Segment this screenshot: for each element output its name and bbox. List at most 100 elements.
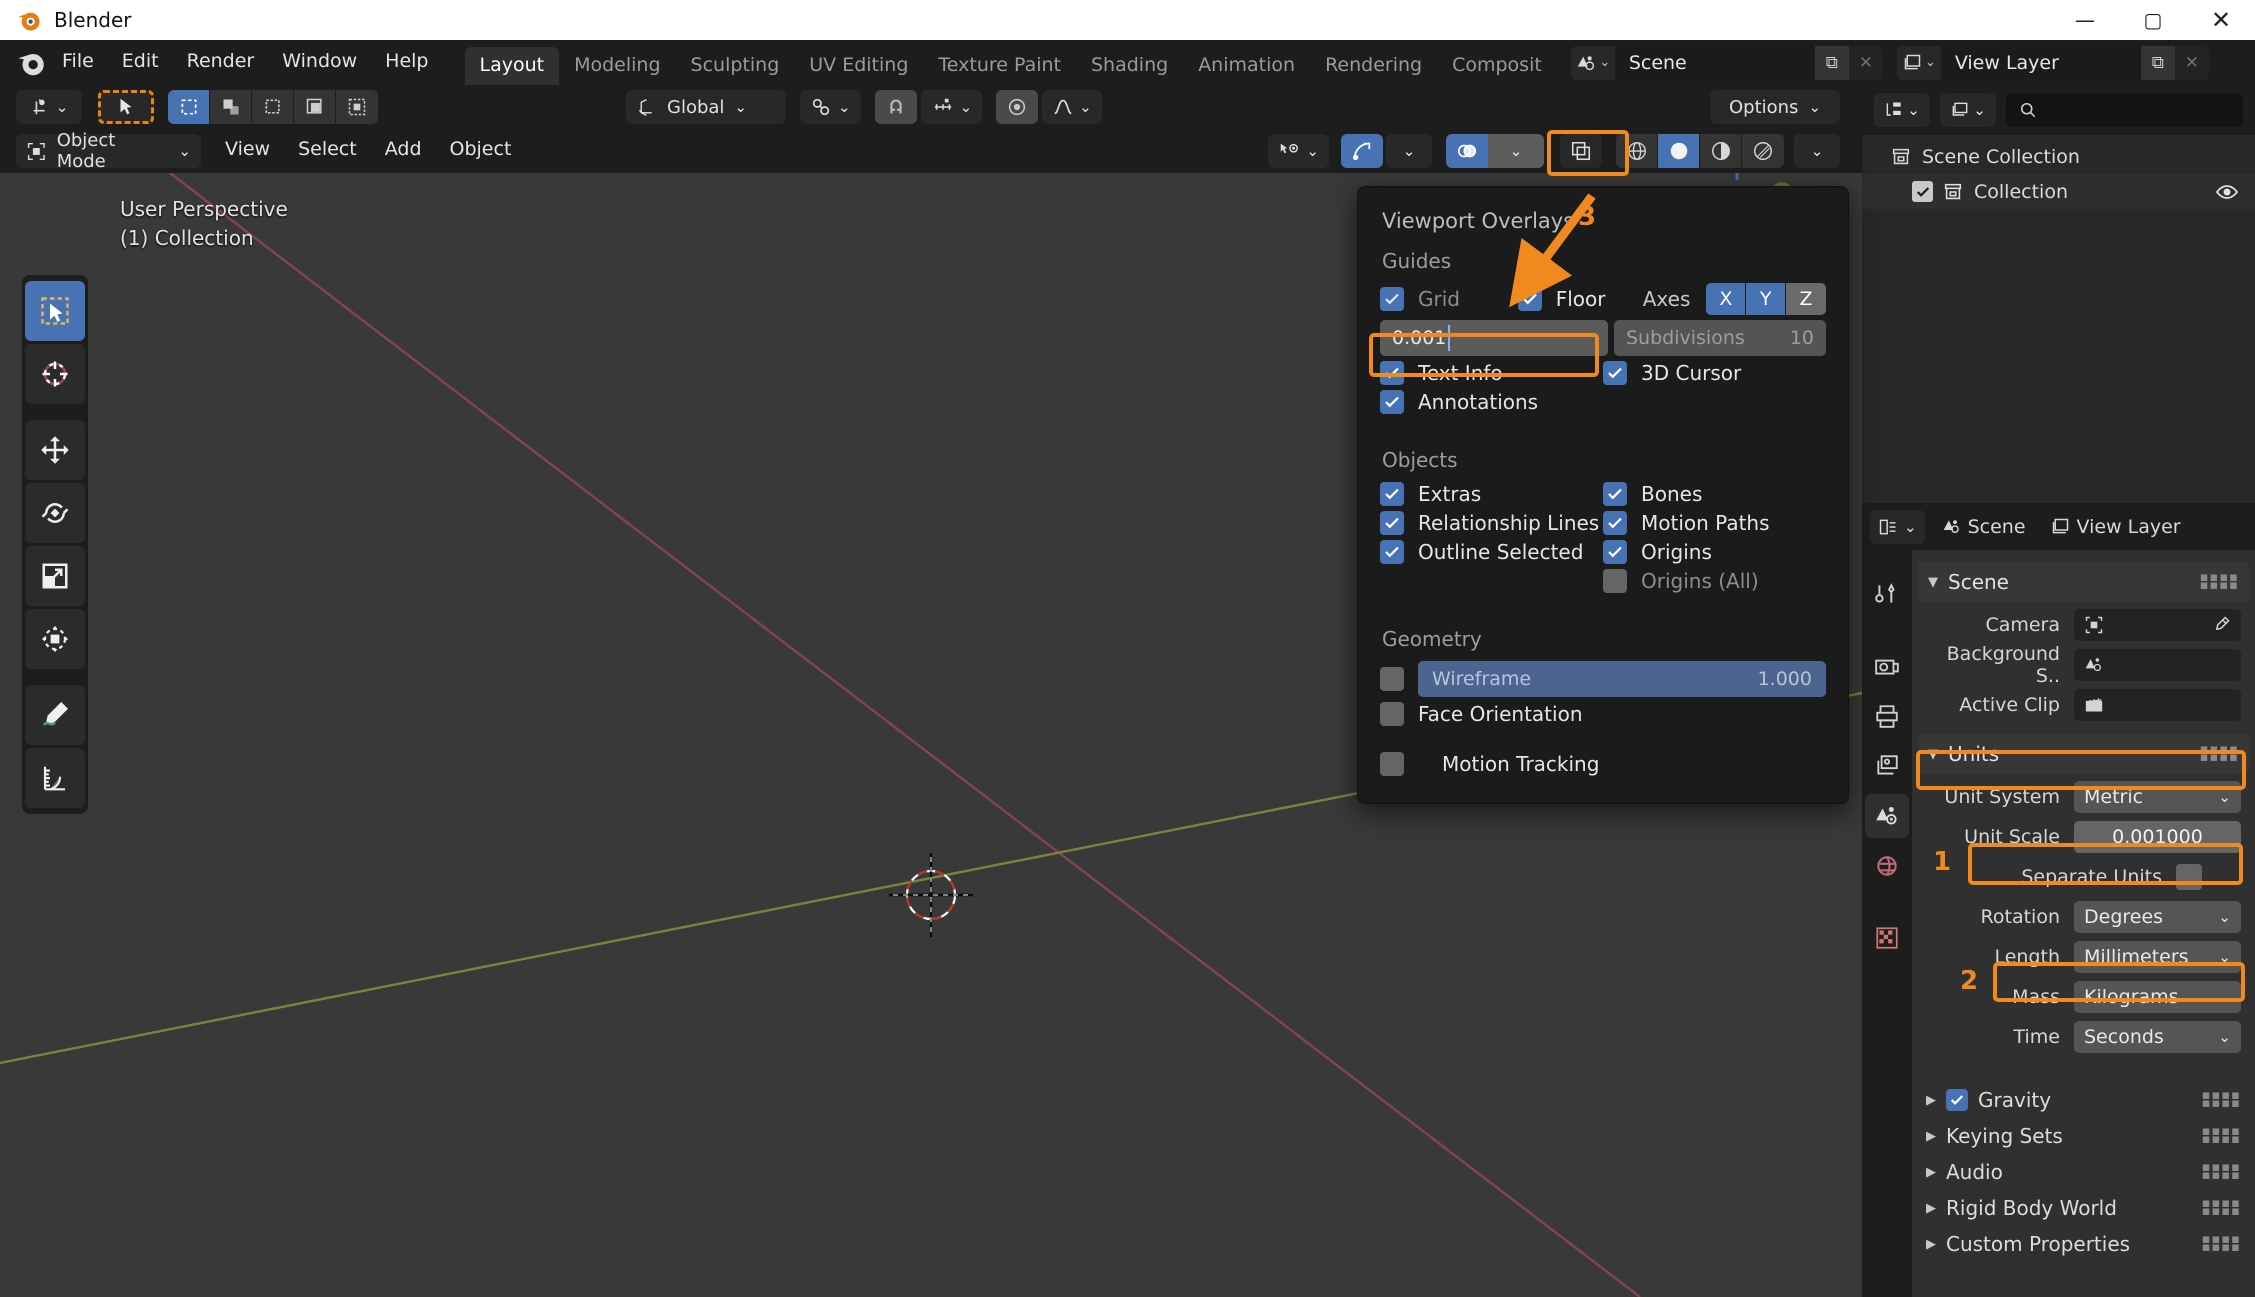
tab-rendering[interactable]: Rendering (1310, 47, 1437, 85)
time-units-dropdown[interactable]: Seconds ⌄ (2074, 1021, 2241, 1053)
menu-window[interactable]: Window (268, 41, 371, 81)
select-subtract-icon[interactable] (252, 90, 294, 124)
falloff-type-dropdown[interactable]: ⌄ (1042, 90, 1102, 124)
grid-checkbox[interactable] (1380, 287, 1404, 311)
breadcrumb-view-layer[interactable]: View Layer (2042, 510, 2189, 544)
wireframe-shading-icon[interactable] (1616, 134, 1658, 168)
drag-grip-icon[interactable]: ▪▪▪▪ ▪▪▪▪ (2202, 1233, 2241, 1254)
bones-checkbox[interactable] (1603, 482, 1627, 506)
snap-magnet-icon[interactable] (874, 90, 917, 124)
annotate-tool[interactable] (25, 685, 85, 745)
menu-edit[interactable]: Edit (108, 41, 173, 81)
remove-view-layer-button[interactable]: ✕ (2174, 45, 2209, 80)
panel-keying-sets-header[interactable]: ▶ Keying Sets ▪▪▪▪ ▪▪▪▪ (1912, 1118, 2255, 1154)
background-scene-id-field[interactable] (2074, 649, 2241, 681)
properties-editor-type-dropdown[interactable]: ⌄ (1870, 509, 1925, 544)
tab-compositing[interactable]: Composit (1437, 47, 1557, 85)
wireframe-checkbox[interactable] (1380, 667, 1404, 691)
motion-tracking-checkbox[interactable] (1380, 752, 1404, 776)
text-info-checkbox[interactable] (1380, 361, 1404, 385)
menu-file[interactable]: File (48, 41, 108, 81)
tab-layout[interactable]: Layout (464, 47, 560, 85)
maximize-button[interactable]: ▢ (2119, 0, 2187, 40)
collection-enable-checkbox[interactable] (1912, 181, 1933, 202)
axis-z-toggle[interactable]: Z (1786, 283, 1826, 315)
new-view-layer-button[interactable]: ⧉ (2140, 45, 2175, 80)
scene-name[interactable]: Scene (1614, 45, 1815, 80)
viewport-menu-select[interactable]: Select (284, 129, 371, 169)
face-orientation-checkbox[interactable] (1380, 702, 1404, 726)
tab-animation[interactable]: Animation (1183, 47, 1310, 85)
panel-audio-header[interactable]: ▶ Audio ▪▪▪▪ ▪▪▪▪ (1912, 1154, 2255, 1190)
tab-scene-properties[interactable] (1865, 794, 1909, 838)
tab-uv-editing[interactable]: UV Editing (794, 47, 923, 85)
origins-checkbox[interactable] (1603, 540, 1627, 564)
properties-tab-column[interactable] (1862, 550, 1912, 1297)
panel-custom-properties-header[interactable]: ▶ Custom Properties ▪▪▪▪ ▪▪▪▪ (1912, 1226, 2255, 1262)
move-tool[interactable] (25, 420, 85, 480)
unit-scale-input[interactable]: 0.001000 (2074, 821, 2241, 853)
gizmo-options-dropdown[interactable]: ⌄ (1386, 134, 1432, 168)
interaction-mode-dropdown[interactable]: Object Mode ⌄ (16, 130, 201, 172)
tab-texture-paint[interactable]: Texture Paint (923, 47, 1076, 85)
mass-units-dropdown[interactable]: Kilograms ⌄ (2074, 981, 2241, 1013)
breadcrumb-scene[interactable]: Scene (1933, 510, 2034, 544)
extras-checkbox[interactable] (1380, 482, 1404, 506)
select-extend-icon[interactable] (210, 90, 252, 124)
separate-units-checkbox[interactable] (2176, 864, 2202, 890)
tab-shading[interactable]: Shading (1076, 47, 1183, 85)
motion-paths-checkbox[interactable] (1603, 511, 1627, 535)
outliner-row-scene-collection[interactable]: Scene Collection (1862, 139, 2255, 174)
viewport-options-dropdown[interactable]: Options ⌄ (1710, 90, 1840, 124)
unit-system-dropdown[interactable]: Metric ⌄ (2074, 781, 2241, 813)
outliner-row-collection[interactable]: Collection (1862, 174, 2255, 209)
drag-grip-icon[interactable]: ▪▪▪▪ ▪▪▪▪ (2202, 1197, 2241, 1218)
cursor-3d-checkbox[interactable] (1603, 361, 1627, 385)
view-layer-name[interactable]: View Layer (1940, 45, 2141, 80)
select-mode-group[interactable] (168, 90, 378, 124)
shading-mode-group[interactable] (1616, 134, 1784, 168)
drag-grip-icon[interactable]: ▪▪▪▪ ▪▪▪▪ (2200, 571, 2239, 592)
new-scene-button[interactable]: ⧉ (1814, 45, 1849, 80)
outline-selected-checkbox[interactable] (1380, 540, 1404, 564)
camera-id-field[interactable] (2074, 609, 2241, 641)
tab-sculpting[interactable]: Sculpting (676, 47, 795, 85)
shading-options-dropdown[interactable]: ⌄ (1794, 134, 1840, 168)
rotate-tool[interactable] (25, 483, 85, 543)
drag-grip-icon[interactable]: ▪▪▪▪ ▪▪▪▪ (2200, 743, 2239, 764)
outliner-editor[interactable]: ⌄ ⌄ Scene Collection Collection (1862, 85, 2255, 503)
subdivisions-input[interactable]: Subdivisions 10 (1614, 320, 1826, 356)
tab-tool-properties[interactable] (1865, 572, 1909, 616)
outliner-filter-viewlayer-dropdown[interactable]: ⌄ (1940, 93, 1996, 127)
xray-toggle-button[interactable] (1560, 134, 1602, 168)
viewport-menu-object[interactable]: Object (436, 129, 526, 169)
grid-scale-input[interactable]: 0.001 (1380, 320, 1608, 356)
outliner-display-mode-dropdown[interactable]: ⌄ (1874, 93, 1930, 127)
snap-target-dropdown[interactable]: ⌄ (920, 90, 983, 124)
tab-texture-properties[interactable] (1865, 916, 1909, 960)
overlays-toggle-button[interactable] (1446, 134, 1488, 168)
select-intersect-icon[interactable] (336, 90, 378, 124)
viewport-toolbar[interactable] (22, 275, 88, 814)
active-tool-settings-icon[interactable]: ⌄ (16, 90, 82, 124)
overlays-toggle-group[interactable]: ⌄ (1446, 134, 1544, 168)
properties-panel-body[interactable]: ▼ Scene ▪▪▪▪ ▪▪▪▪ Camera Background S.. A… (1912, 550, 2255, 1297)
blender-menu-icon[interactable] (14, 40, 48, 85)
panel-gravity-header[interactable]: ▶ Gravity ▪▪▪▪ ▪▪▪▪ (1912, 1082, 2255, 1118)
tweak-select-tool[interactable] (25, 281, 85, 341)
material-preview-shading-icon[interactable] (1700, 134, 1742, 168)
tab-modeling[interactable]: Modeling (559, 47, 675, 85)
rendered-shading-icon[interactable] (1742, 134, 1784, 168)
tab-output-properties[interactable] (1865, 694, 1909, 738)
viewport-menu-view[interactable]: View (211, 129, 284, 169)
panel-rigid-body-world-header[interactable]: ▶ Rigid Body World ▪▪▪▪ ▪▪▪▪ (1912, 1190, 2255, 1226)
active-clip-id-field[interactable] (2074, 689, 2241, 721)
outliner-search-input[interactable] (2006, 93, 2243, 127)
length-units-dropdown[interactable]: Millimeters ⌄ (2074, 941, 2241, 973)
cursor-select-tool-button[interactable] (98, 90, 154, 124)
tab-render-properties[interactable] (1865, 644, 1909, 688)
axis-x-toggle[interactable]: X (1706, 283, 1747, 315)
proportional-editing-icon[interactable] (996, 90, 1039, 124)
drag-grip-icon[interactable]: ▪▪▪▪ ▪▪▪▪ (2202, 1161, 2241, 1182)
select-invert-icon[interactable] (294, 90, 336, 124)
